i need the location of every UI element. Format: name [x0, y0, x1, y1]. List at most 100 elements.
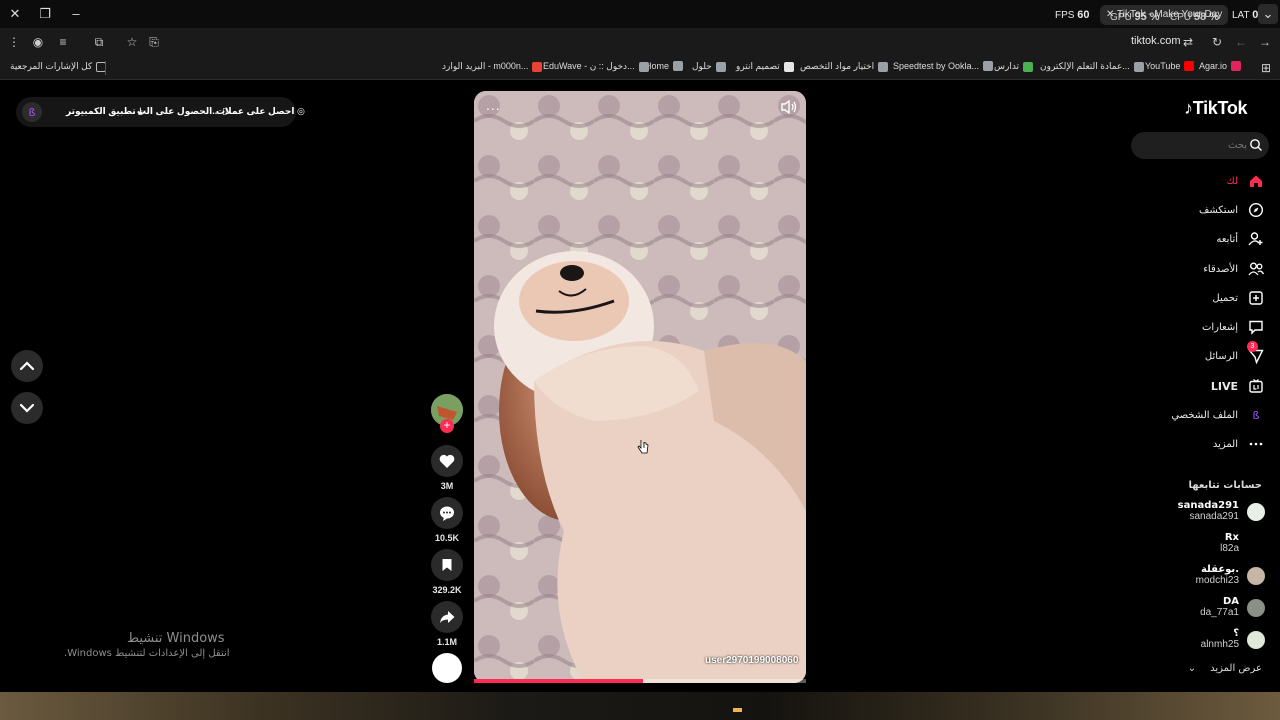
following-account[interactable]: Rx l82a [1220, 532, 1239, 554]
bookmark-item[interactable]: Home [645, 61, 684, 71]
sidebar-item-more[interactable]: المزيد [1213, 434, 1264, 454]
search-bar[interactable] [1131, 132, 1269, 159]
perf-fps: FPS 60 [1055, 9, 1090, 21]
bookmark-item[interactable]: حلول [692, 61, 726, 72]
reload-icon[interactable]: ↻ [1209, 34, 1225, 50]
following-account[interactable]: ؟ alnmh25 [1201, 628, 1239, 650]
bookmark-item[interactable]: EduWave - دخول :: ن... [543, 61, 649, 72]
video-progress-fill [474, 679, 644, 683]
incognito-icon[interactable]: ◉ [30, 34, 46, 50]
avatar[interactable] [1247, 599, 1265, 617]
bookmark-star-icon[interactable]: ☆ [124, 34, 140, 50]
bookmark-item[interactable]: عمادة التعلم الإلكترون... [1040, 61, 1144, 72]
bookmark-favicon-icon [983, 61, 994, 71]
windows-activation-subtitle: انتقل إلى الإعدادات لتنشيط Windows. [64, 648, 230, 659]
search-input[interactable] [1139, 137, 1247, 154]
video-progress-bar[interactable] [474, 679, 806, 683]
minimize-window-icon[interactable]: – [66, 4, 86, 24]
music-disc-icon[interactable] [432, 653, 462, 683]
see-more-button[interactable]: ⌄ عرض المزيد [1188, 663, 1262, 674]
previous-video-button[interactable] [11, 350, 43, 382]
account-name: ؟ [1233, 628, 1239, 639]
bookmark-favicon-icon [1023, 61, 1034, 72]
bookmark-icon [442, 559, 452, 571]
account-name: Rx [1224, 532, 1239, 543]
sidebar-item-profile[interactable]: الملف الشخصي ß [1171, 405, 1264, 425]
bookmark-favicon-icon [878, 61, 889, 72]
bookmark-item[interactable]: البريد الوارد - m000n... [442, 61, 543, 72]
tab-search-icon[interactable]: ⌄ [1258, 4, 1278, 24]
all-bookmarks[interactable]: كل الإشارات المرجعية [10, 61, 107, 72]
comment-button[interactable] [431, 497, 463, 529]
bookmark-item[interactable]: YouTube [1145, 61, 1195, 71]
upload-icon [1249, 291, 1263, 305]
restore-window-icon[interactable]: ❐ [35, 4, 55, 24]
search-icon[interactable] [1249, 138, 1263, 152]
video-more-options-icon[interactable]: ... [486, 97, 501, 113]
get-coins-button[interactable]: احصل على عملات ◎ [216, 106, 305, 117]
compass-icon [1248, 202, 1264, 218]
keyboard-light [733, 708, 742, 712]
chevron-down-icon: ⌄ [1187, 663, 1197, 674]
bookmark-favicon-icon [638, 61, 649, 72]
sidebar-item-notifications[interactable]: إشعارات [1202, 317, 1264, 337]
bookmark-item[interactable]: تصميم انترو [736, 61, 794, 72]
extensions-icon[interactable]: ⧉ [91, 34, 107, 50]
following-account[interactable]: DA da_77a1 [1200, 596, 1239, 618]
sidebar-item-upload[interactable]: تحميل [1212, 288, 1264, 308]
avatar[interactable] [1247, 631, 1265, 649]
account-handle: sanada291 [1189, 511, 1240, 522]
follow-plus-icon[interactable]: + [440, 419, 454, 433]
sidebar-item-live[interactable]: LIVE [1211, 376, 1264, 396]
save-button[interactable] [431, 549, 463, 581]
address-bar[interactable]: tiktok.com [1131, 35, 1181, 47]
desktop-app-button[interactable]: تطبيق الكمبيوتر ⤓ [66, 106, 142, 117]
apps-grid-icon[interactable]: ⊞ [1258, 60, 1274, 76]
sidebar-item-label: الرسائل [1204, 350, 1238, 362]
share-button[interactable] [431, 601, 463, 633]
following-account[interactable]: sanada291 sanada291 [1178, 500, 1239, 522]
following-account[interactable]: بوعقلة. modchi23 [1196, 564, 1239, 586]
tiktok-logo[interactable]: ♪TikTok [1184, 98, 1248, 119]
chevron-up-icon [19, 361, 35, 371]
back-icon[interactable]: → [1257, 34, 1273, 50]
bookmark-item[interactable]: Agar.io [1199, 61, 1242, 71]
sidebar-item-messages[interactable]: الرسائل 3 [1204, 341, 1264, 366]
share-icon [440, 611, 455, 623]
sidebar-item-home[interactable]: لك [1227, 171, 1264, 191]
avatar[interactable] [1247, 567, 1265, 585]
bookmark-favicon-icon [532, 61, 543, 72]
following-accounts-title: حسابات تتابعها [1188, 480, 1262, 491]
site-settings-icon[interactable]: ⇄ [1180, 34, 1196, 50]
window-title-bar: ✕ ❐ – FPS 60 ✕ TikTok - Make Your Day GP… [0, 0, 1280, 28]
sidebar-item-friends[interactable]: الأصدقاء [1203, 259, 1264, 279]
account-handle: modchi23 [1195, 575, 1239, 586]
promo-pill: ß تطبيق الكمبيوتر ⤓ الحصول على الت... ▯ … [16, 97, 305, 127]
close-window-icon[interactable]: ✕ [5, 4, 25, 24]
volume-icon[interactable] [780, 99, 798, 120]
sidebar-item-compass[interactable]: استكشف [1199, 200, 1264, 220]
avatar[interactable] [1247, 503, 1265, 521]
hand-cursor-icon [637, 439, 649, 460]
bookmark-item[interactable]: Speedtest by Ookla... [893, 61, 994, 71]
bookmark-item[interactable]: اختيار مواد التخصص [800, 61, 889, 72]
perf-gpu: GPU 95 % [1110, 11, 1160, 23]
sidebar-item-label: أتابعه [1216, 233, 1238, 245]
svg-text:ß: ß [1253, 409, 1260, 422]
sidebar-item-user-follow[interactable]: أتابعه [1216, 229, 1264, 249]
install-app-icon[interactable]: ⎘ [146, 34, 162, 50]
like-count: 3M [440, 481, 454, 491]
bookmark-item[interactable]: تدارس [994, 61, 1034, 72]
forward-icon[interactable]: ← [1233, 34, 1249, 50]
heart-icon [439, 454, 455, 468]
next-video-button[interactable] [11, 392, 43, 424]
profile-icon: ß [1253, 409, 1260, 422]
desk-background [0, 692, 1280, 720]
profile-mini-icon[interactable]: ß [22, 102, 42, 122]
get-app-button[interactable]: الحصول على الت... ▯ [137, 106, 227, 117]
video-player[interactable]: ... [474, 91, 806, 683]
menu-dots-icon[interactable]: ⋮ [6, 34, 22, 50]
media-icon[interactable]: ≡ [55, 34, 71, 50]
video-author-name[interactable]: user2970199008060 [705, 655, 798, 666]
like-button[interactable] [431, 445, 463, 477]
